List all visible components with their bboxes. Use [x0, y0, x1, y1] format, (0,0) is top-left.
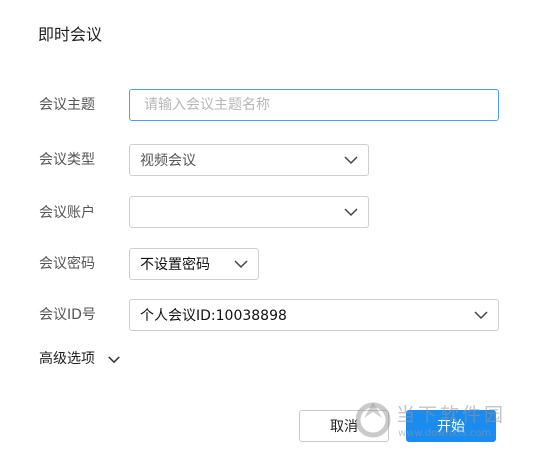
topic-field [129, 89, 499, 121]
instant-meeting-dialog: 即时会议 会议主题 会议类型 视频会议 会议账户 会议密码 不设置密码 会议ID… [0, 0, 533, 466]
meeting-id-select-value: 个人会议ID:10038898 [140, 308, 287, 324]
meeting-id-label: 会议ID号 [39, 307, 96, 323]
password-label: 会议密码 [39, 256, 95, 272]
advanced-options-toggle[interactable]: 高级选项 [39, 349, 121, 369]
topic-input[interactable] [130, 90, 498, 120]
password-select[interactable]: 不设置密码 [129, 248, 259, 280]
topic-label: 会议主题 [39, 97, 95, 113]
meeting-id-select[interactable]: 个人会议ID:10038898 [129, 299, 499, 331]
advanced-options-label: 高级选项 [39, 351, 95, 367]
start-button[interactable]: 开始 [406, 410, 496, 442]
type-label: 会议类型 [39, 152, 95, 168]
chevron-down-icon [474, 311, 488, 320]
account-select[interactable] [129, 196, 369, 228]
account-label: 会议账户 [39, 205, 95, 221]
password-select-value: 不设置密码 [140, 257, 210, 273]
chevron-down-icon [108, 355, 120, 363]
type-select-value: 视频会议 [140, 153, 196, 169]
chevron-down-icon [344, 156, 358, 165]
chevron-down-icon [234, 260, 248, 269]
chevron-down-icon [344, 208, 358, 217]
type-select[interactable]: 视频会议 [129, 144, 369, 176]
dialog-title: 即时会议 [38, 25, 103, 44]
cancel-button[interactable]: 取消 [299, 410, 389, 442]
